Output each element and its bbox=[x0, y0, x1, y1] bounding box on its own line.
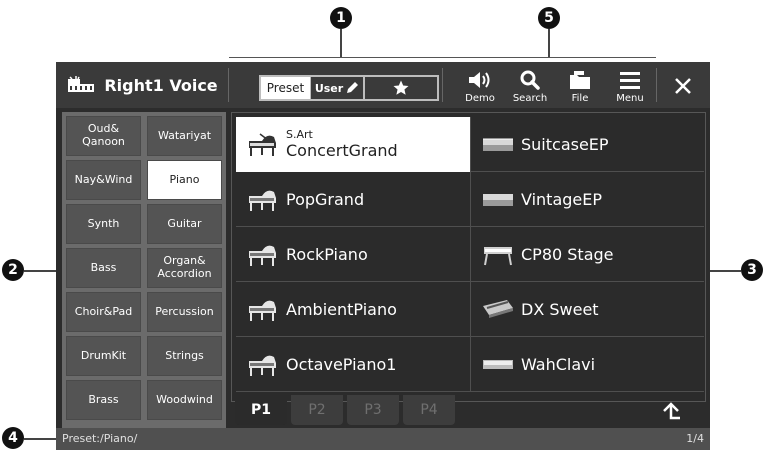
user-tab[interactable]: User bbox=[311, 77, 365, 99]
header-divider bbox=[442, 68, 443, 102]
callout-5-bracket bbox=[442, 57, 656, 58]
callout-4: 4 bbox=[2, 427, 24, 449]
clavi-icon bbox=[483, 360, 513, 369]
bank-selector: Preset User bbox=[259, 75, 439, 101]
file-label: File bbox=[571, 93, 589, 104]
voice-name: VintageEP bbox=[521, 189, 603, 209]
screen-title: Right1 Voice bbox=[56, 62, 228, 108]
grand-piano-icon bbox=[249, 133, 276, 156]
page-tab-p2[interactable]: P2 bbox=[291, 395, 343, 425]
electric-piano-icon bbox=[483, 138, 513, 151]
electric-piano-icon bbox=[483, 194, 513, 206]
category-woodwind[interactable]: Woodwind bbox=[147, 380, 222, 420]
close-icon bbox=[675, 78, 691, 94]
voice-name: OctavePiano1 bbox=[286, 354, 397, 374]
voice-item[interactable]: WahClavi bbox=[470, 337, 704, 392]
voice-item[interactable]: AmbientPiano bbox=[236, 282, 470, 337]
category-watariyat[interactable]: Watariyat bbox=[147, 116, 222, 156]
page-tab-p1[interactable]: P1 bbox=[235, 395, 287, 425]
category-organ-accordion[interactable]: Organ& Accordion bbox=[147, 248, 222, 288]
speaker-icon bbox=[469, 72, 490, 88]
star-icon bbox=[393, 80, 409, 95]
close-button[interactable] bbox=[666, 70, 700, 102]
voice-item[interactable]: CP80 Stage bbox=[470, 227, 704, 282]
category-brass[interactable]: Brass bbox=[66, 380, 141, 420]
voice-name: RockPiano bbox=[286, 244, 368, 264]
preset-tab[interactable]: Preset bbox=[261, 77, 311, 99]
grand-piano-icon bbox=[249, 355, 276, 376]
callout-5-leader bbox=[548, 29, 550, 57]
callout-2-leader bbox=[24, 270, 56, 272]
synth-keyboard-icon bbox=[483, 300, 513, 318]
voice-name: SuitcaseEP bbox=[521, 134, 609, 154]
menu-label: Menu bbox=[616, 93, 644, 104]
voice-item[interactable]: DX Sweet bbox=[470, 282, 704, 337]
title-text: Right1 Voice bbox=[104, 75, 218, 95]
voice-name: WahClavi bbox=[521, 354, 596, 374]
voice-item[interactable]: VintageEP bbox=[470, 172, 704, 227]
keyboard-icon bbox=[68, 76, 95, 92]
voice-name: ConcertGrand bbox=[286, 140, 398, 160]
search-button[interactable]: Search bbox=[508, 66, 552, 106]
demo-label: Demo bbox=[465, 93, 495, 104]
callout-3: 3 bbox=[741, 259, 763, 281]
menu-icon bbox=[620, 72, 640, 89]
category-guitar[interactable]: Guitar bbox=[147, 204, 222, 244]
file-button[interactable]: File bbox=[558, 66, 602, 106]
favorite-tab[interactable] bbox=[365, 77, 437, 99]
search-icon bbox=[520, 70, 540, 90]
header-bar: Right1 Voice Preset User Demo Search Fil… bbox=[56, 62, 710, 108]
voice-name: CP80 Stage bbox=[521, 244, 614, 264]
grand-piano-icon bbox=[249, 245, 276, 266]
category-piano[interactable]: Piano bbox=[147, 160, 222, 200]
category-synth[interactable]: Synth bbox=[66, 204, 141, 244]
voice-selection-screen: Right1 Voice Preset User Demo Search Fil… bbox=[56, 62, 710, 450]
category-oud-qanoon[interactable]: Oud& Qanoon bbox=[66, 116, 141, 156]
voice-name: AmbientPiano bbox=[286, 299, 397, 319]
voice-item[interactable]: PopGrand bbox=[236, 172, 470, 227]
page-tab-p4[interactable]: P4 bbox=[403, 395, 455, 425]
callout-4-leader bbox=[24, 438, 56, 440]
callout-1: 1 bbox=[330, 7, 352, 29]
folder-up-button[interactable] bbox=[653, 398, 689, 424]
page-tab-p3[interactable]: P3 bbox=[347, 395, 399, 425]
grand-piano-icon bbox=[249, 190, 276, 211]
status-bar: Preset:/Piano/ 1/4 bbox=[56, 428, 710, 450]
up-arrow-icon bbox=[663, 402, 680, 420]
voice-name: PopGrand bbox=[286, 189, 365, 209]
stage-piano-icon bbox=[484, 247, 512, 266]
callout-2: 2 bbox=[2, 259, 24, 281]
callout-1-leader bbox=[340, 29, 342, 57]
category-panel: Oud& Qanoon Watariyat Nay&Wind Piano Syn… bbox=[62, 112, 226, 450]
demo-button[interactable]: Demo bbox=[458, 66, 502, 106]
header-divider bbox=[656, 68, 657, 102]
voice-item[interactable]: SuitcaseEP bbox=[470, 117, 704, 172]
voice-item[interactable]: OctavePiano1 bbox=[236, 337, 470, 392]
voice-prefix: S.Art bbox=[286, 127, 313, 141]
page-indicator: 1/4 bbox=[686, 432, 704, 445]
pencil-icon bbox=[347, 82, 359, 93]
voice-list: S.Art ConcertGrand SuitcaseEP PopGrand V… bbox=[231, 112, 706, 402]
category-nay-wind[interactable]: Nay&Wind bbox=[66, 160, 141, 200]
page-tabs: P1 P2 P3 P4 bbox=[231, 395, 706, 427]
header-divider bbox=[228, 68, 229, 102]
callout-5: 5 bbox=[538, 7, 560, 29]
folder-icon bbox=[570, 71, 590, 89]
grand-piano-icon bbox=[249, 300, 276, 321]
voice-item[interactable]: S.Art ConcertGrand bbox=[236, 117, 470, 172]
callout-3-leader bbox=[710, 270, 741, 272]
category-strings[interactable]: Strings bbox=[147, 336, 222, 376]
category-percussion[interactable]: Percussion bbox=[147, 292, 222, 332]
callout-1-bracket bbox=[229, 57, 442, 58]
voice-item[interactable]: RockPiano bbox=[236, 227, 470, 282]
category-choir-pad[interactable]: Choir&Pad bbox=[66, 292, 141, 332]
search-label: Search bbox=[512, 93, 548, 104]
current-path: Preset:/Piano/ bbox=[62, 432, 138, 445]
category-bass[interactable]: Bass bbox=[66, 248, 141, 288]
category-drumkit[interactable]: DrumKit bbox=[66, 336, 141, 376]
user-tab-label: User bbox=[314, 81, 344, 95]
menu-button[interactable]: Menu bbox=[608, 66, 652, 106]
voice-name: DX Sweet bbox=[521, 299, 599, 319]
